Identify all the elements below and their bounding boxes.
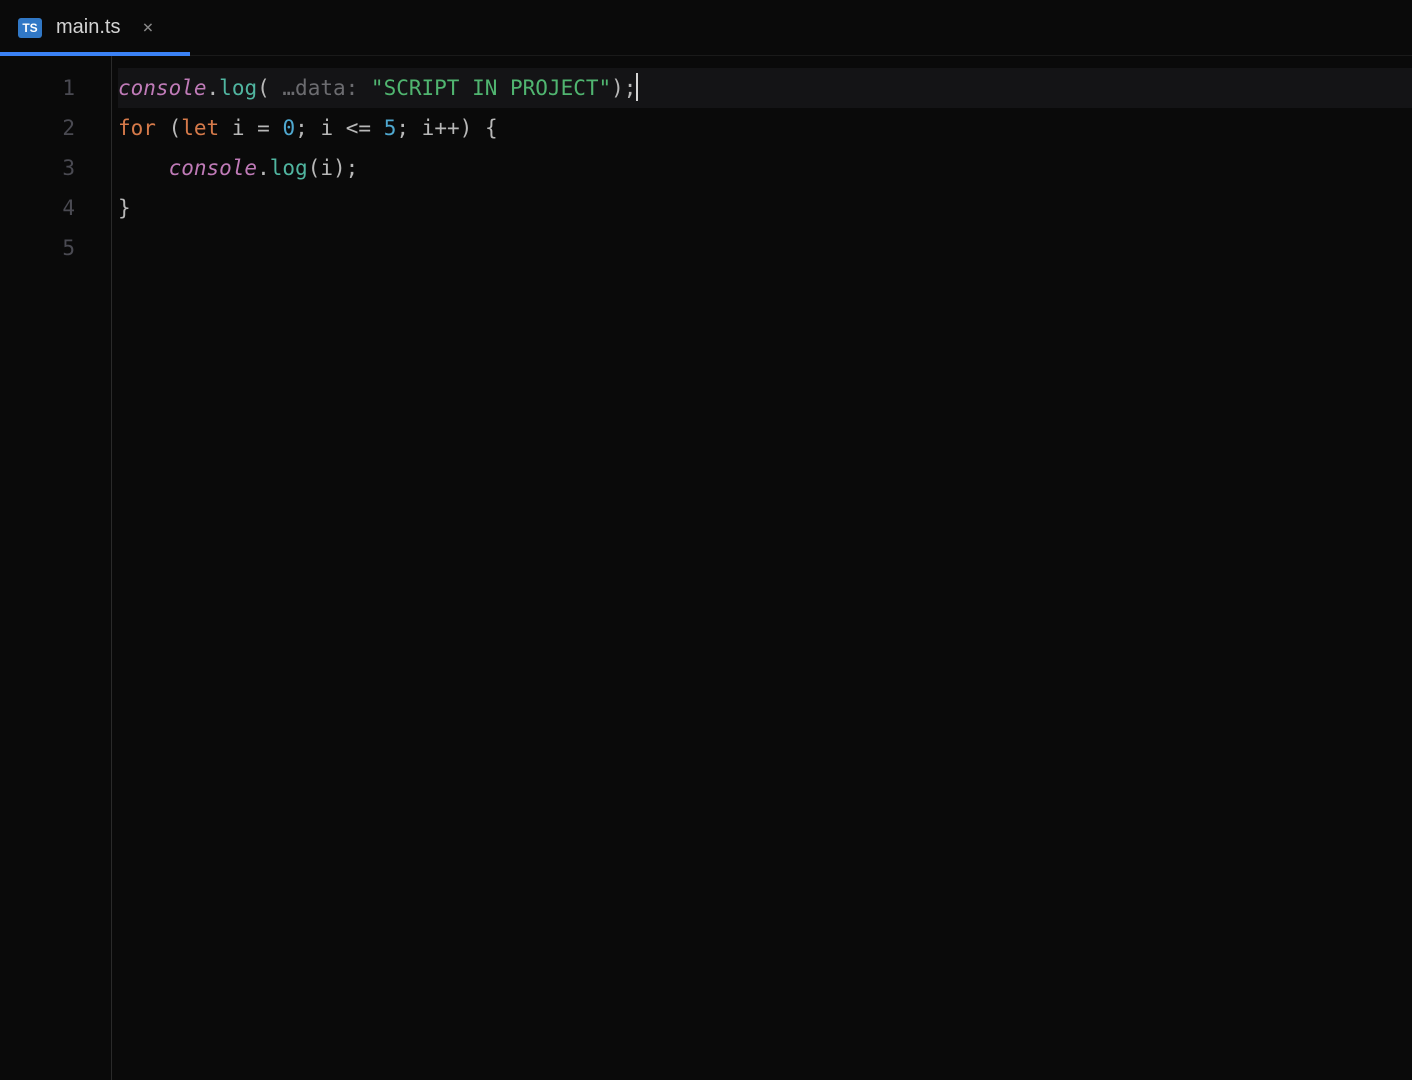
code-token-space [219, 116, 232, 140]
code-token-punct: ; [624, 76, 637, 100]
code-inlay-hint: …data: [270, 76, 371, 100]
code-token-punct: ( [257, 76, 270, 100]
code-token-number: 5 [384, 116, 397, 140]
code-token-punct: . [257, 156, 270, 180]
line-number[interactable]: 3 [0, 148, 75, 188]
code-token-space [245, 116, 258, 140]
code-token-operator: = [257, 116, 270, 140]
code-indent [118, 148, 169, 188]
line-number[interactable]: 4 [0, 188, 75, 228]
code-token-space [371, 116, 384, 140]
line-number[interactable]: 5 [0, 228, 75, 268]
code-token-space [409, 116, 422, 140]
code-token-punct: ( [169, 116, 182, 140]
code-token-keyword: for [118, 116, 156, 140]
close-icon[interactable]: × [142, 17, 153, 38]
code-token-punct: ) [333, 156, 346, 180]
code-area[interactable]: console.log( …data: "SCRIPT IN PROJECT")… [112, 56, 1412, 1080]
code-token-space [308, 116, 321, 140]
code-token-punct: ( [308, 156, 321, 180]
typescript-icon: TS [18, 18, 42, 38]
line-number-gutter: 1 2 3 4 5 [0, 56, 112, 1080]
code-token-space [156, 116, 169, 140]
line-number[interactable]: 1 [0, 68, 75, 108]
code-token-object: console [169, 156, 258, 180]
code-token-punct: ) [611, 76, 624, 100]
code-token-punct: ) [460, 116, 473, 140]
code-token-variable: i [422, 116, 435, 140]
code-token-punct: ; [295, 116, 308, 140]
code-token-method: log [219, 76, 257, 100]
code-line[interactable]: } [118, 188, 1412, 228]
code-token-variable: i [320, 116, 333, 140]
code-token-punct: { [485, 116, 498, 140]
code-token-space [472, 116, 485, 140]
code-token-variable: i [232, 116, 245, 140]
tab-bar: TS main.ts × [0, 0, 1412, 56]
code-token-punct: . [207, 76, 220, 100]
tab-title: main.ts [56, 16, 120, 39]
code-token-operator: <= [346, 116, 371, 140]
text-cursor [636, 73, 638, 101]
code-token-variable: i [320, 156, 333, 180]
code-line[interactable] [118, 228, 1412, 268]
code-token-punct: ; [346, 156, 359, 180]
code-token-object: console [118, 76, 207, 100]
code-line[interactable]: console.log( …data: "SCRIPT IN PROJECT")… [118, 68, 1412, 108]
code-token-punct: } [118, 196, 131, 220]
editor-tab[interactable]: TS main.ts × [0, 0, 171, 55]
code-token-space [270, 116, 283, 140]
line-number[interactable]: 2 [0, 108, 75, 148]
code-token-keyword: let [181, 116, 219, 140]
code-token-method: log [270, 156, 308, 180]
code-token-space [333, 116, 346, 140]
code-line[interactable]: for (let i = 0; i <= 5; i++) { [118, 108, 1412, 148]
code-token-string: "SCRIPT IN PROJECT" [371, 76, 611, 100]
code-token-punct: ; [396, 116, 409, 140]
editor-pane[interactable]: 1 2 3 4 5 console.log( …data: "SCRIPT IN… [0, 56, 1412, 1080]
code-token-operator: ++ [434, 116, 459, 140]
code-token-number: 0 [282, 116, 295, 140]
code-line[interactable]: console.log(i); [118, 148, 1412, 188]
